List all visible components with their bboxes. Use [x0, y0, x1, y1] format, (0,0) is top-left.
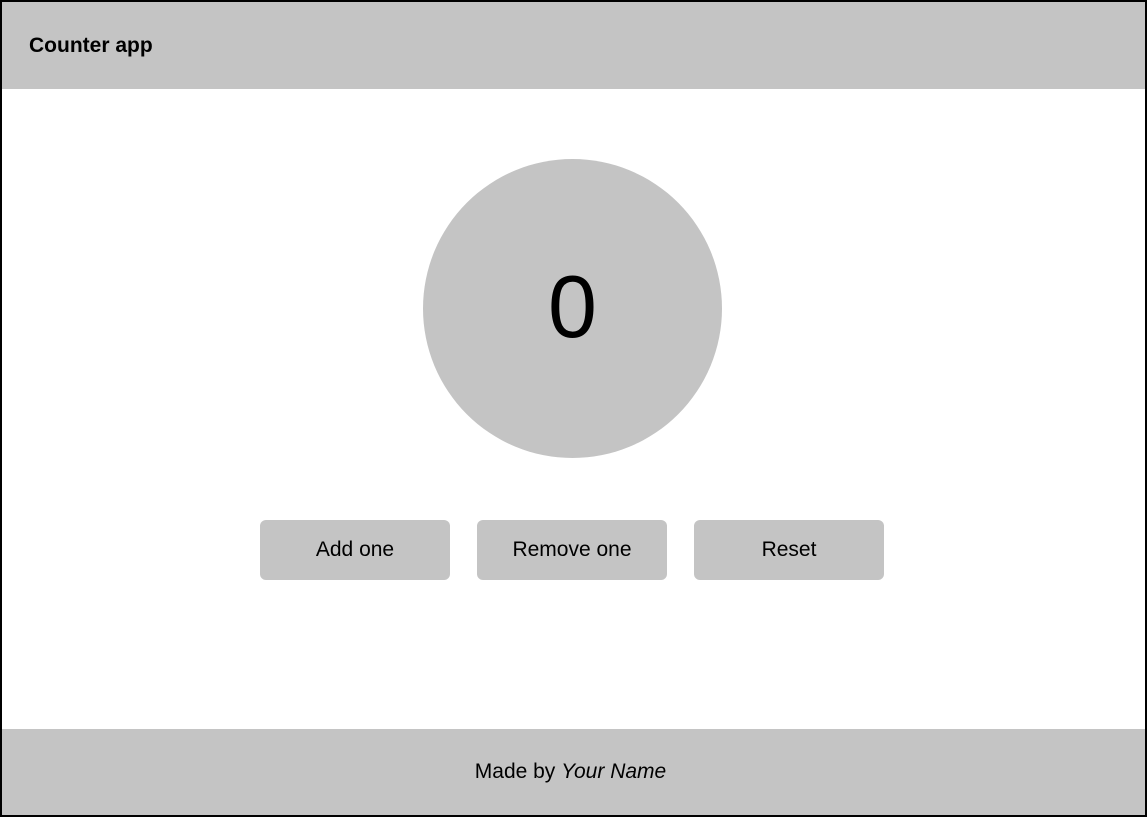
app-frame: Counter app 0 Add one Remove one Reset M…: [0, 0, 1147, 817]
counter-value: 0: [548, 256, 597, 356]
app-title: Counter app: [29, 34, 153, 57]
app-header: Counter app: [2, 2, 1145, 89]
remove-one-button[interactable]: Remove one: [477, 520, 667, 580]
counter-display: 0: [423, 159, 722, 458]
footer-author-name: Your Name: [561, 760, 667, 783]
reset-button[interactable]: Reset: [694, 520, 884, 580]
add-one-button[interactable]: Add one: [260, 520, 450, 580]
footer-credit: Made by Your Name: [475, 760, 666, 784]
app-footer: Made by Your Name: [2, 729, 1145, 815]
footer-credit-prefix: Made by: [474, 760, 562, 783]
